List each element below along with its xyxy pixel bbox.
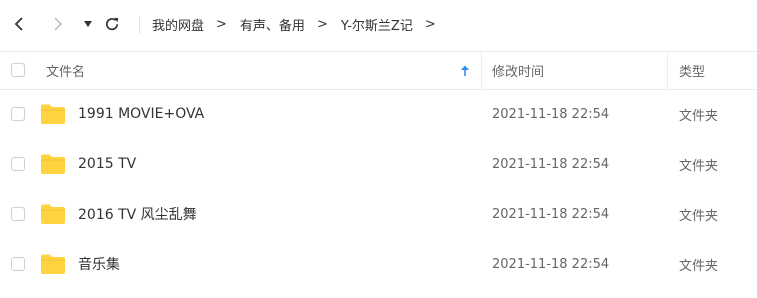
select-all-checkbox[interactable] xyxy=(11,63,25,77)
row-checkbox[interactable] xyxy=(11,257,25,271)
file-name[interactable]: 2015 TV xyxy=(78,139,136,189)
column-separator[interactable] xyxy=(667,52,668,89)
file-row[interactable]: 2016 TV 风尘乱舞 2021-11-18 22:54 文件夹 xyxy=(0,189,757,239)
file-row[interactable]: 2015 TV 2021-11-18 22:54 文件夹 xyxy=(0,139,757,189)
folder-icon xyxy=(41,254,65,274)
row-checkbox[interactable] xyxy=(11,207,25,221)
file-row[interactable]: 音乐集 2021-11-18 22:54 文件夹 xyxy=(0,239,757,289)
dropdown-caret-icon xyxy=(84,21,92,27)
back-icon xyxy=(14,17,23,31)
file-modified: 2021-11-18 22:54 xyxy=(492,206,610,222)
toolbar-divider xyxy=(139,16,140,34)
breadcrumb-item-root[interactable]: 我的网盘 xyxy=(152,15,204,34)
file-name[interactable]: 音乐集 xyxy=(78,239,120,289)
sort-indicator[interactable] xyxy=(460,52,470,89)
column-separator[interactable] xyxy=(481,52,482,89)
file-modified: 2021-11-18 22:54 xyxy=(492,256,610,272)
forward-icon xyxy=(54,17,63,31)
navigation-toolbar: 我的网盘 > 有声、备用 > Y-尔斯兰Z记 > xyxy=(0,0,757,48)
forward-button[interactable] xyxy=(48,14,68,34)
file-modified: 2021-11-18 22:54 xyxy=(492,106,610,122)
breadcrumb-separator: > xyxy=(316,16,328,32)
file-type: 文件夹 xyxy=(679,108,719,124)
sort-ascending-icon xyxy=(461,65,469,76)
folder-icon xyxy=(41,104,65,124)
file-modified: 2021-11-18 22:54 xyxy=(492,156,610,172)
refresh-button[interactable] xyxy=(102,14,122,34)
file-name[interactable]: 1991 MOVIE+OVA xyxy=(78,89,204,139)
row-checkbox[interactable] xyxy=(11,107,25,121)
history-dropdown-button[interactable] xyxy=(78,14,98,34)
column-header-modified-label: 修改时间 xyxy=(492,65,545,80)
refresh-icon xyxy=(106,17,119,31)
column-header-type[interactable]: 类型 xyxy=(679,52,705,89)
breadcrumb-item-backup[interactable]: 有声、备用 xyxy=(240,15,305,34)
file-list-header: 文件名 修改时间 类型 xyxy=(0,51,757,90)
folder-icon xyxy=(41,204,65,224)
file-type: 文件夹 xyxy=(679,208,719,224)
file-type: 文件夹 xyxy=(679,158,719,174)
folder-icon xyxy=(41,154,65,174)
breadcrumb-separator[interactable]: > xyxy=(425,17,436,32)
column-header-modified[interactable]: 修改时间 xyxy=(492,52,544,89)
file-type: 文件夹 xyxy=(679,258,719,274)
breadcrumb-separator: > xyxy=(216,16,227,32)
breadcrumb-item-current[interactable]: Y-尔斯兰Z记 xyxy=(341,15,413,34)
file-row[interactable]: 1991 MOVIE+OVA 2021-11-18 22:54 文件夹 xyxy=(0,89,757,139)
column-header-name[interactable]: 文件名 xyxy=(46,52,85,89)
breadcrumb: 我的网盘 > 有声、备用 > Y-尔斯兰Z记 > xyxy=(152,0,449,48)
file-name[interactable]: 2016 TV 风尘乱舞 xyxy=(78,189,197,239)
back-button[interactable] xyxy=(9,14,29,34)
row-checkbox[interactable] xyxy=(11,157,25,171)
column-header-type-label: 类型 xyxy=(679,65,706,80)
column-header-name-label: 文件名 xyxy=(46,65,86,80)
